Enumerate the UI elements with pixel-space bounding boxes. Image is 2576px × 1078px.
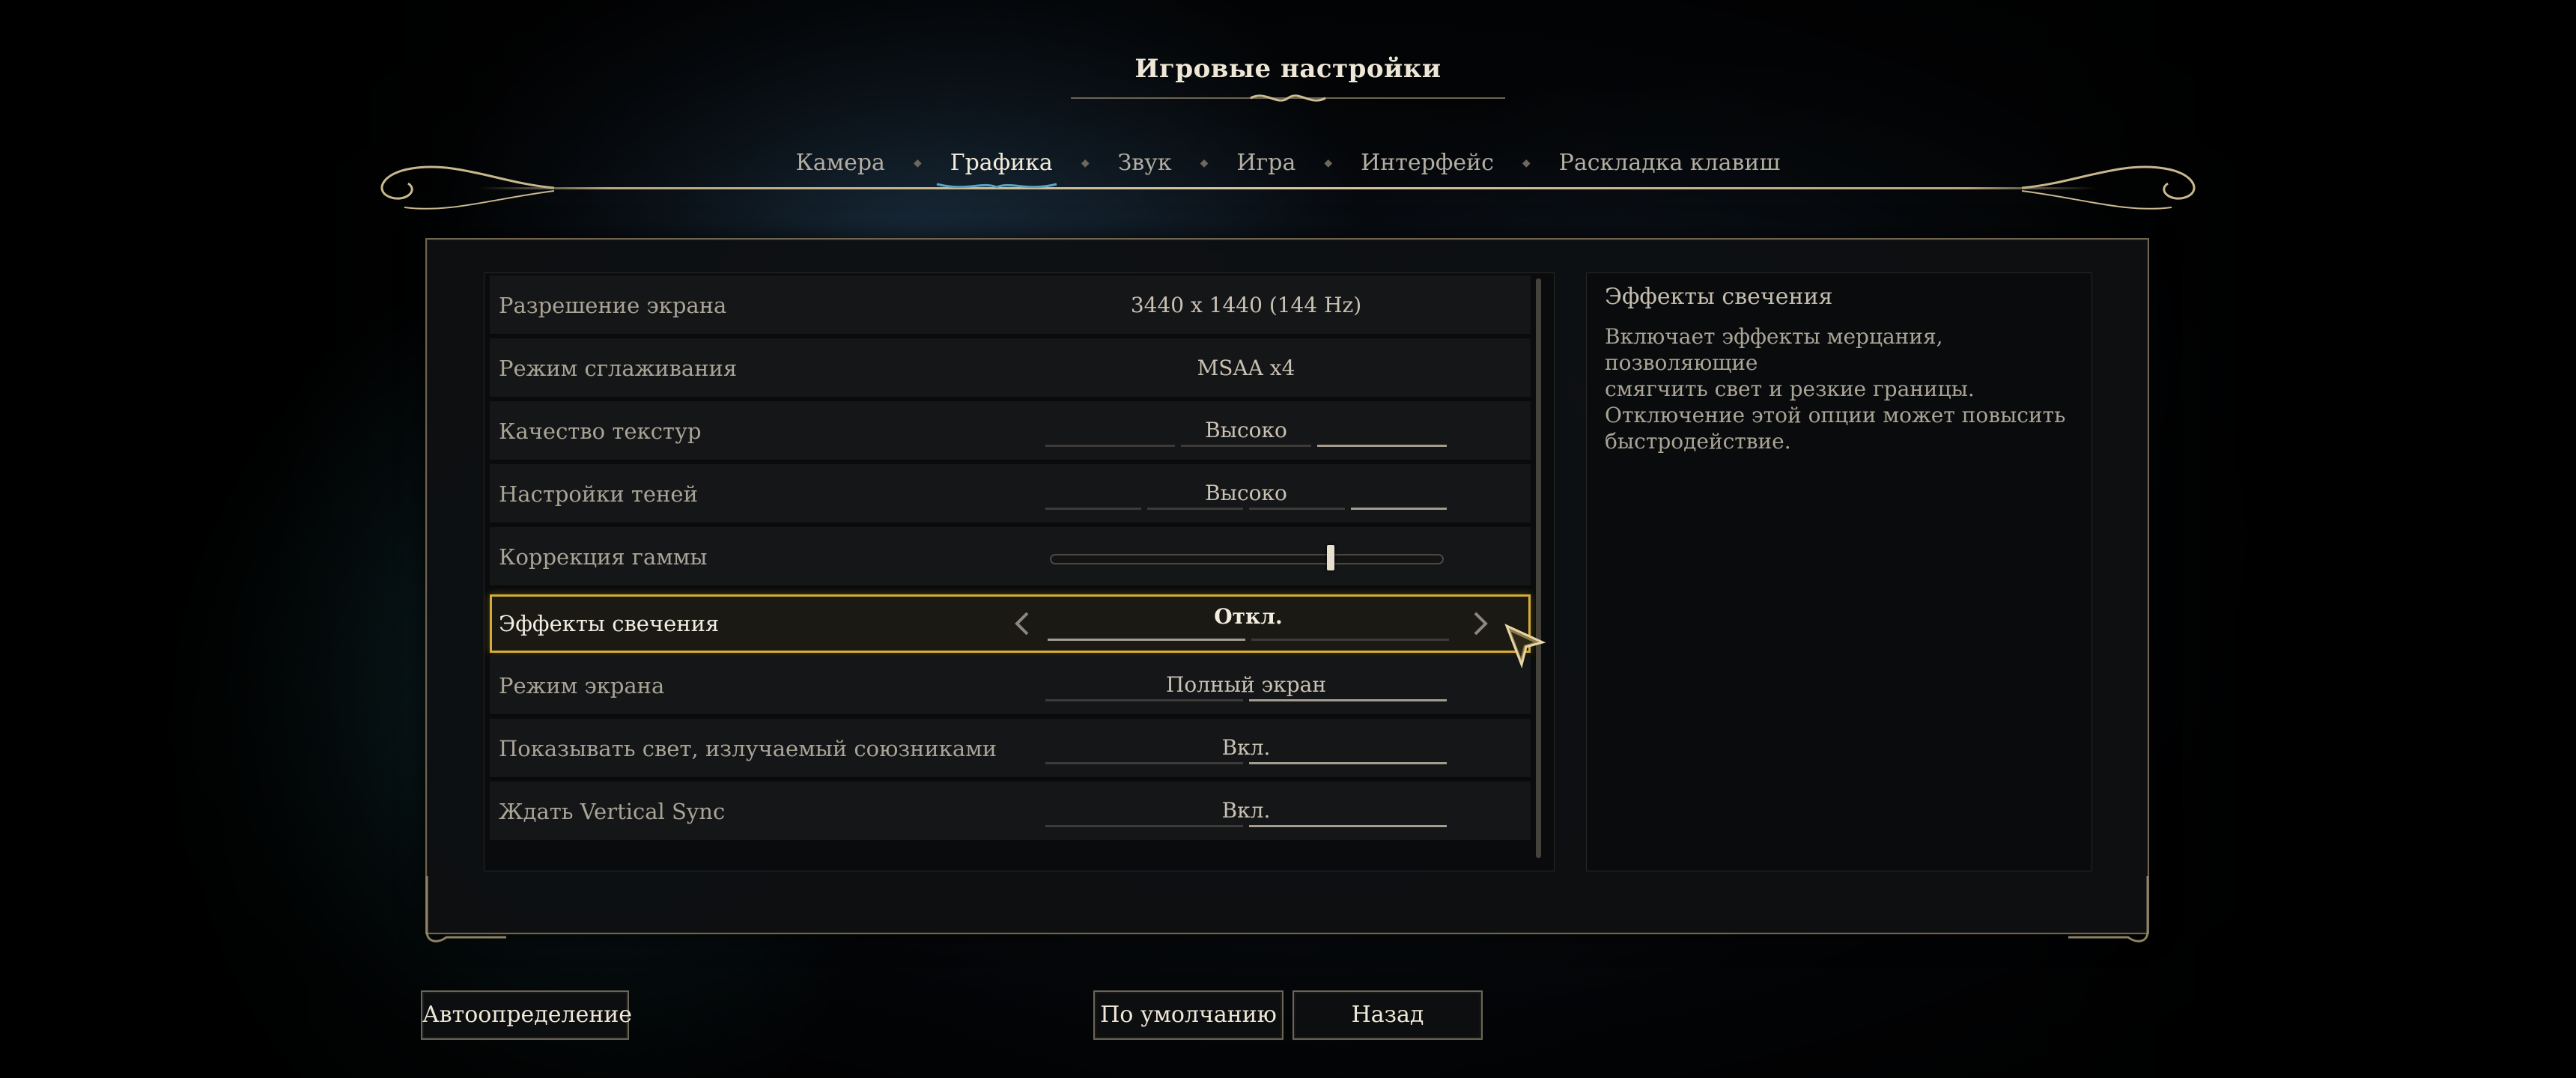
- tab-separator: ◆: [1200, 157, 1209, 169]
- settings-scrollbar[interactable]: [1536, 278, 1541, 858]
- tab-separator: ◆: [1081, 157, 1090, 169]
- setting-row-glow-effects[interactable]: Эффекты свечения Откл.: [490, 594, 1531, 653]
- setting-value: Полный экран: [1165, 672, 1327, 697]
- frame-bottom-ornament: [425, 876, 2149, 943]
- option-segment: [1045, 699, 1243, 701]
- back-button[interactable]: Назад: [1292, 990, 1483, 1040]
- description-line: быстродействие.: [1605, 429, 1791, 454]
- chevron-left-icon[interactable]: [1011, 609, 1033, 639]
- setting-value: Откл.: [1214, 604, 1283, 629]
- setting-row-screen-mode[interactable]: Режим экрана Полный экран: [490, 656, 1531, 716]
- tab-separator: ◆: [1522, 157, 1531, 169]
- description-panel: Эффекты свечения Включает эффекты мерцан…: [1586, 272, 2092, 871]
- tab-sound[interactable]: Звук: [1090, 147, 1200, 180]
- option-segment: [1045, 445, 1176, 447]
- gamma-slider-track[interactable]: [1050, 554, 1444, 564]
- setting-row-texture-quality[interactable]: Качество текстур Высоко: [490, 401, 1531, 461]
- option-segment: [1249, 699, 1447, 701]
- chevron-right-icon[interactable]: [1469, 609, 1492, 639]
- option-segment: [1249, 508, 1345, 510]
- option-indicator: [1045, 825, 1447, 828]
- setting-value: 3440 x 1440 (144 Hz): [1130, 293, 1362, 317]
- option-segment: [1249, 762, 1447, 764]
- tab-graphics[interactable]: Графика: [922, 147, 1081, 189]
- option-segment: [1249, 825, 1447, 827]
- option-segment: [1045, 762, 1243, 764]
- option-segment: [1045, 825, 1243, 827]
- setting-label: Разрешение экрана: [499, 293, 727, 318]
- setting-row-resolution[interactable]: Разрешение экрана 3440 x 1440 (144 Hz): [490, 275, 1531, 335]
- tab-interface[interactable]: Интерфейс: [1332, 147, 1522, 180]
- tab-separator: ◆: [1324, 157, 1333, 169]
- tab-separator: ◆: [913, 157, 922, 169]
- option-indicator: [1045, 508, 1447, 511]
- gamma-slider-handle[interactable]: [1327, 545, 1335, 570]
- setting-value: Высоко: [1205, 418, 1287, 442]
- setting-row-gamma-correction[interactable]: Коррекция гаммы: [490, 527, 1531, 587]
- setting-row-shadow-settings[interactable]: Настройки теней Высоко: [490, 464, 1531, 524]
- defaults-button[interactable]: По умолчанию: [1093, 990, 1284, 1040]
- setting-label: Качество текстур: [499, 418, 702, 444]
- tab-bar: Камера ◆ Графика ◆ Звук ◆ Игра ◆ Интерфе…: [0, 147, 2576, 189]
- description-line: Отключение этой опции может повысить: [1605, 403, 2066, 427]
- setting-row-antialiasing[interactable]: Режим сглаживания MSAA x4: [490, 338, 1531, 398]
- setting-label: Режим сглаживания: [499, 356, 738, 381]
- setting-label: Эффекты свечения: [499, 611, 720, 636]
- setting-label: Режим экрана: [499, 673, 665, 698]
- option-segment: [1147, 508, 1243, 510]
- option-indicator: [1045, 445, 1447, 448]
- option-segment: [1045, 508, 1141, 510]
- setting-value: Вкл.: [1221, 798, 1271, 823]
- setting-label: Коррекция гаммы: [499, 544, 708, 570]
- setting-label: Показывать свет, излучаемый союзниками: [499, 736, 997, 761]
- option-indicator: [1045, 699, 1447, 702]
- option-segment: [1316, 445, 1447, 447]
- option-indicator: [1045, 762, 1447, 765]
- setting-label: Настройки теней: [499, 481, 698, 507]
- tab-game[interactable]: Игра: [1208, 147, 1324, 180]
- autodetect-button[interactable]: Автоопределение: [421, 990, 632, 1040]
- description-text: Включает эффекты мерцания, позволяющие с…: [1605, 323, 2074, 454]
- setting-row-vsync[interactable]: Ждать Vertical Sync Вкл.: [490, 782, 1531, 841]
- option-segment: [1048, 639, 1245, 641]
- setting-row-ally-light[interactable]: Показывать свет, излучаемый союзниками В…: [490, 719, 1531, 779]
- setting-value: Высоко: [1205, 481, 1287, 505]
- setting-value: Вкл.: [1221, 735, 1271, 760]
- tabbar-line: [479, 187, 2097, 189]
- tab-graphics-label: Графика: [950, 150, 1053, 176]
- tab-camera[interactable]: Камера: [768, 147, 914, 180]
- title-ornament: [1071, 94, 1505, 102]
- mouse-cursor-icon: [1504, 624, 1546, 669]
- option-segment: [1251, 639, 1449, 641]
- tab-keybindings[interactable]: Раскладка клавиш: [1531, 147, 1809, 180]
- page-title: Игровые настройки: [1134, 54, 1442, 84]
- description-line: смягчить свет и резкие границы.: [1605, 377, 1975, 401]
- setting-value: MSAA x4: [1197, 356, 1295, 380]
- option-segment: [1351, 508, 1447, 510]
- description-title: Эффекты свечения: [1605, 284, 1833, 310]
- active-tab-indicator: [936, 183, 1057, 189]
- scrollbar-thumb[interactable]: [1536, 278, 1541, 858]
- setting-label: Ждать Vertical Sync: [499, 799, 726, 824]
- option-indicator: [1048, 639, 1449, 642]
- option-segment: [1181, 445, 1311, 447]
- description-line: Включает эффекты мерцания, позволяющие: [1605, 324, 1943, 375]
